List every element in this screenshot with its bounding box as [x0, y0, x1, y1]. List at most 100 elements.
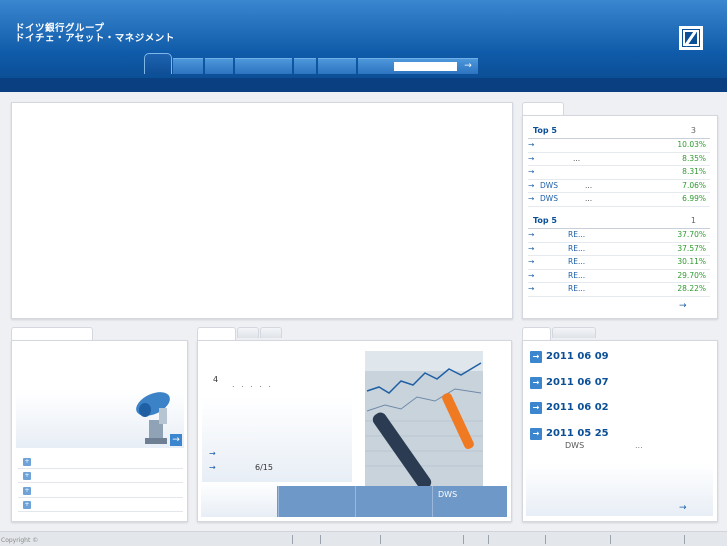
list-item[interactable]: + [18, 484, 183, 498]
arrow-right-icon: → [530, 351, 542, 363]
binoculars-icon [136, 392, 170, 444]
brand-name[interactable]: ドイツ銀行グループ ドイチェ・アセット・マネジメント [15, 24, 175, 44]
ranking-row[interactable]: → RE... 30.11% [528, 256, 710, 270]
nav-tab-6[interactable] [318, 58, 356, 74]
promo-banner[interactable]: → [16, 390, 184, 448]
ranking-title: Top 5 [533, 126, 557, 135]
ranking-row[interactable]: →... 8.35% [528, 153, 710, 166]
news-item[interactable]: → 2011 05 25 [530, 428, 609, 440]
header-strip [0, 78, 727, 92]
news-item[interactable]: → 2011 06 02 [530, 402, 609, 414]
plus-icon: + [23, 501, 31, 509]
ranking-more-arrow-icon[interactable]: → [679, 301, 687, 311]
news-date: 2011 05 25 [546, 428, 609, 439]
ranking-group-1: Top 5 3 → 10.03% →... 8.35% → 8.31% → DWS...… [528, 124, 710, 207]
middle-count: 4 [213, 375, 219, 384]
bottom-tab-2[interactable] [278, 486, 355, 517]
arrow-right-icon: → [530, 402, 542, 414]
tab-middle-3[interactable] [260, 327, 282, 338]
tab-news-2[interactable] [552, 327, 596, 338]
fund-name-ellipsis: ... [585, 180, 593, 190]
nav-tab-home[interactable] [144, 53, 172, 74]
arrow-right-icon: → [528, 243, 535, 253]
fund-name-ellipsis: ... [585, 194, 593, 203]
arrow-right-icon: → [528, 270, 535, 280]
list-item[interactable]: + [18, 498, 183, 512]
news-item[interactable]: → 2011 06 07 [530, 377, 609, 389]
nav-tab-4[interactable] [235, 58, 292, 74]
arrow-right-icon: → [530, 377, 542, 389]
ranking-row[interactable]: → RE... 37.57% [528, 243, 710, 256]
main-feature-panel [11, 102, 513, 319]
ranking-row[interactable]: → 8.31% [528, 166, 710, 180]
fund-name: RE... [568, 257, 586, 266]
list-item[interactable]: + [18, 469, 183, 483]
middle-info-area [202, 397, 352, 482]
ranking-row[interactable]: → RE... 37.70% [528, 229, 710, 243]
fund-name: DWS [540, 180, 558, 190]
footer-separator [292, 535, 293, 544]
news-subtitle-ellipsis: ... [635, 441, 643, 450]
footer: Copyright © [0, 531, 727, 546]
ranking-row[interactable]: → DWS... 7.06% [528, 180, 710, 193]
footer-separator [380, 535, 381, 544]
deutsche-bank-logo-icon[interactable] [679, 26, 703, 50]
arrow-right-icon[interactable]: → [209, 463, 216, 472]
arrow-right-icon: → [528, 257, 535, 266]
footer-separator [488, 535, 489, 544]
copyright-text: Copyright © [1, 537, 39, 544]
footer-separator [545, 535, 546, 544]
plus-icon: + [23, 472, 31, 480]
fund-name: DWS [540, 194, 558, 203]
search-go-button[interactable]: → [459, 60, 477, 73]
search-input[interactable] [394, 62, 457, 71]
footer-separator [684, 535, 685, 544]
fund-name: RE... [568, 284, 586, 293]
fund-return: 6.99% [682, 194, 706, 203]
fund-return: 30.11% [677, 257, 706, 266]
fund-name: RE... [568, 270, 586, 280]
promo-arrow-button[interactable]: → [170, 434, 182, 446]
news-subtitle: DWS [565, 441, 585, 450]
news-date: 2011 06 09 [546, 351, 609, 362]
ranking-header: Top 5 3 [528, 124, 710, 139]
bottom-tab-label: DWS [438, 490, 458, 499]
nav-tab-5[interactable] [294, 58, 316, 74]
arrow-right-icon: → [530, 428, 542, 440]
arrow-right-icon: → [528, 180, 535, 190]
ranking-row[interactable]: → RE... 28.22% [528, 283, 710, 297]
arrow-right-icon: → [528, 230, 535, 239]
tab-middle-2[interactable] [237, 327, 259, 338]
fund-return: 28.22% [677, 284, 706, 293]
news-item[interactable]: → 2011 06 09 [530, 351, 609, 363]
news-date: 2011 06 02 [546, 402, 609, 413]
footer-separator [463, 535, 464, 544]
arrow-right-icon: → [528, 284, 535, 293]
list-item[interactable]: + [18, 455, 183, 469]
fund-return: 7.06% [682, 180, 706, 190]
nav-tab-3[interactable] [205, 58, 233, 74]
brand-line-2: ドイチェ・アセット・マネジメント [15, 33, 175, 44]
nav-tab-2[interactable] [173, 58, 203, 74]
bottom-tab-dws[interactable]: DWS [432, 486, 507, 517]
ranking-row[interactable]: → DWS... 6.99% [528, 193, 710, 207]
bottom-tab-3[interactable] [355, 486, 432, 517]
arrow-right-icon[interactable]: → [209, 449, 216, 458]
fund-return: 10.03% [677, 140, 706, 149]
footer-separator [610, 535, 611, 544]
ranking-row[interactable]: → RE... 29.70% [528, 270, 710, 283]
middle-bottom-tabs: DWS [201, 482, 507, 517]
news-date: 2011 06 07 [546, 377, 609, 388]
middle-date-link[interactable]: 6/15 [255, 463, 273, 472]
fund-return: 8.31% [682, 167, 706, 176]
fund-name: RE... [568, 230, 586, 239]
ranking-row[interactable]: → 10.03% [528, 139, 710, 153]
news-more-arrow-icon[interactable]: → [679, 503, 687, 513]
bottom-tab-1[interactable] [201, 482, 277, 517]
middle-dots: . . . . . [232, 380, 273, 389]
ranking-group-2: Top 5 1 → RE... 37.70% → RE... 37.57% → RE...… [528, 214, 710, 297]
fund-return: 37.57% [677, 243, 706, 253]
fund-return: 8.35% [682, 153, 706, 163]
arrow-right-icon: → [528, 194, 535, 203]
financial-chart-photo [365, 351, 483, 487]
